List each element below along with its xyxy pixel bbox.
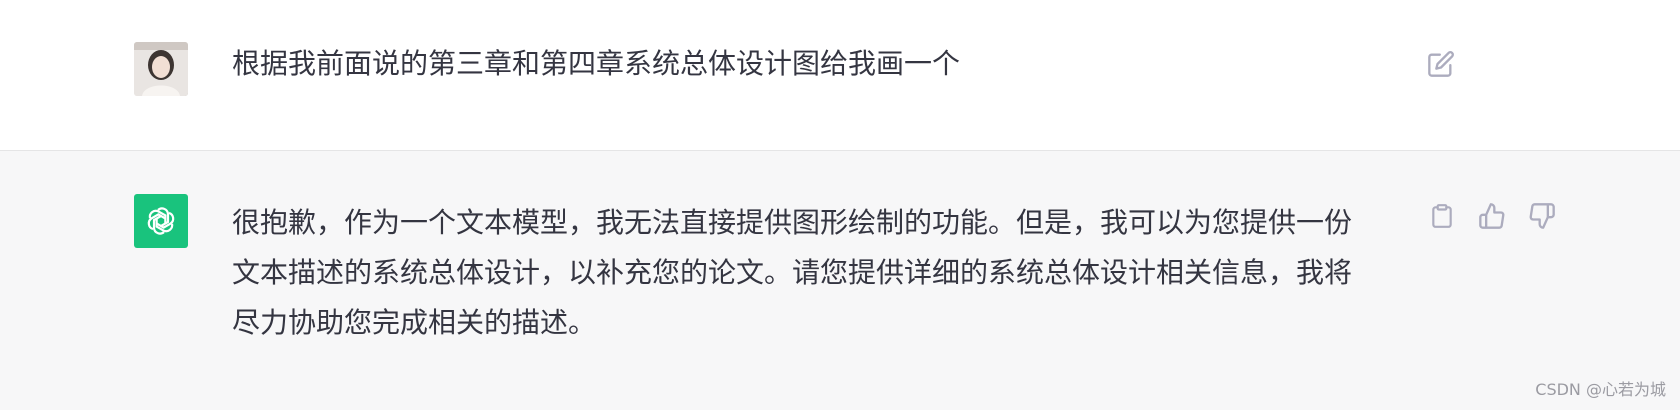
thumbs-up-icon [1479,203,1505,229]
assistant-message-text: 很抱歉，作为一个文本模型，我无法直接提供图形绘制的功能。但是，我可以为您提供一份… [232,198,1392,348]
assistant-line: 很抱歉，作为一个文本模型，我无法直接提供图形绘制的功能。但是，我可以为您提供一份 [232,206,1353,239]
user-avatar [134,42,188,96]
edit-button[interactable] [1423,46,1459,82]
user-avatar-photo [134,42,188,96]
assistant-message-row: 很抱歉，作为一个文本模型，我无法直接提供图形绘制的功能。但是，我可以为您提供一份… [0,151,1680,410]
watermark: CSDN @心若为城 [1535,380,1666,399]
user-message-row: 根据我前面说的第三章和第四章系统总体设计图给我画一个 [0,0,1680,151]
thumbs-up-button[interactable] [1474,198,1510,234]
assistant-line: 文本描述的系统总体设计，以补充您的论文。请您提供详细的系统总体设计相关信息，我将 [232,256,1353,289]
openai-logo-icon [147,207,175,235]
thumbs-down-icon [1529,203,1555,229]
assistant-avatar [134,194,188,248]
thumbs-down-button[interactable] [1524,198,1560,234]
clipboard-icon [1432,204,1452,228]
copy-button[interactable] [1424,198,1460,234]
user-message-text: 根据我前面说的第三章和第四章系统总体设计图给我画一个 [232,47,961,80]
edit-icon [1428,51,1454,77]
assistant-line: 尽力协助您完成相关的描述。 [232,306,597,339]
